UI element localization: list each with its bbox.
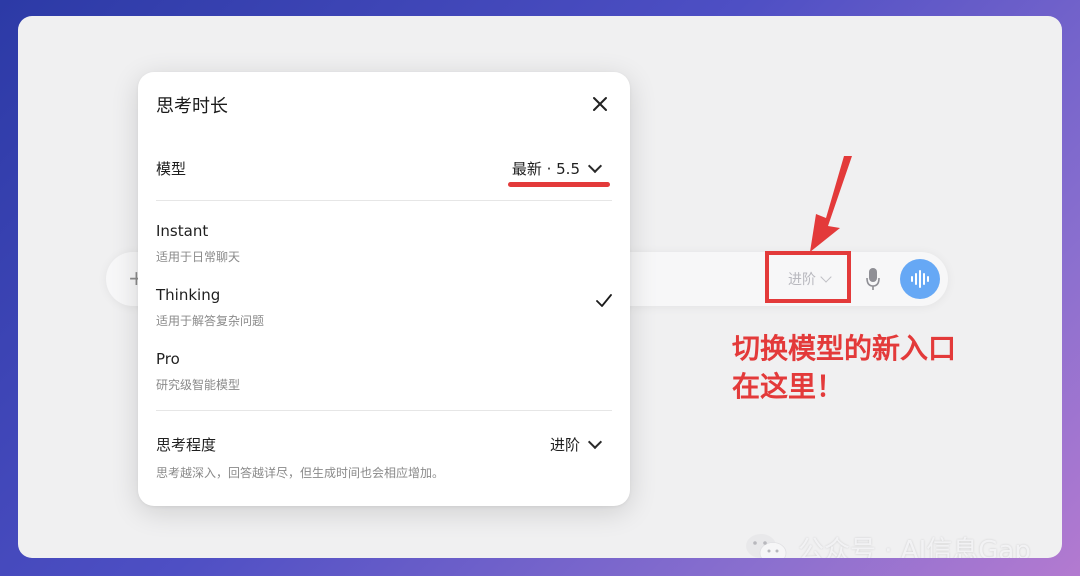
option-description: 适用于日常聊天 (156, 250, 241, 264)
popover-title: 思考时长 (156, 96, 228, 117)
annotation-line-2: 在这里！ (732, 370, 845, 403)
divider (156, 200, 612, 201)
thinking-depth-label: 思考程度 (156, 436, 217, 454)
voice-mode-button[interactable] (900, 259, 940, 299)
option-name: Pro (156, 350, 180, 368)
voice-mode-icon (911, 270, 929, 288)
option-description: 研究级智能模型 (156, 378, 241, 392)
watermark: 公众号 · AI信息Gap (744, 530, 1031, 558)
divider (156, 410, 612, 411)
watermark-text: 公众号 · AI信息Gap (798, 536, 1031, 558)
thinking-depth-selector[interactable]: 进阶 (549, 434, 603, 455)
option-pro[interactable]: Pro 研究级智能模型 (156, 350, 612, 406)
check-icon (596, 294, 612, 307)
app-window: + 进阶 切换模型的新入口 在这里！ 思考时长 模型 最新 · 5.5 Inst… (18, 16, 1062, 558)
option-name: Instant (156, 222, 209, 240)
chevron-down-icon (587, 434, 603, 450)
thinking-duration-popover: 思考时长 模型 最新 · 5.5 Instant 适用于日常聊天 Thinkin… (138, 72, 630, 506)
thinking-depth-value: 进阶 (549, 436, 580, 454)
annotation-arrow (810, 156, 852, 252)
model-selector[interactable]: 最新 · 5.5 (511, 158, 603, 179)
option-description: 适用于解答复杂问题 (156, 314, 265, 328)
close-icon[interactable] (590, 94, 610, 114)
model-value: 最新 · 5.5 (511, 160, 580, 178)
option-name: Thinking (156, 286, 221, 304)
annotation-underline (508, 182, 610, 187)
option-thinking[interactable]: Thinking 适用于解答复杂问题 (156, 286, 612, 342)
option-instant[interactable]: Instant 适用于日常聊天 (156, 222, 612, 278)
wechat-icon (746, 533, 787, 558)
microphone-icon[interactable] (866, 266, 880, 292)
annotation-highlight-box (765, 251, 851, 303)
model-label: 模型 (156, 160, 187, 178)
annotation-text: 切换模型的新入口 在这里！ (732, 330, 956, 406)
annotation-line-1: 切换模型的新入口 (732, 332, 957, 365)
chevron-down-icon (587, 158, 603, 174)
thinking-depth-hint: 思考越深入，回答越详尽，但生成时间也会相应增加。 (156, 466, 445, 480)
